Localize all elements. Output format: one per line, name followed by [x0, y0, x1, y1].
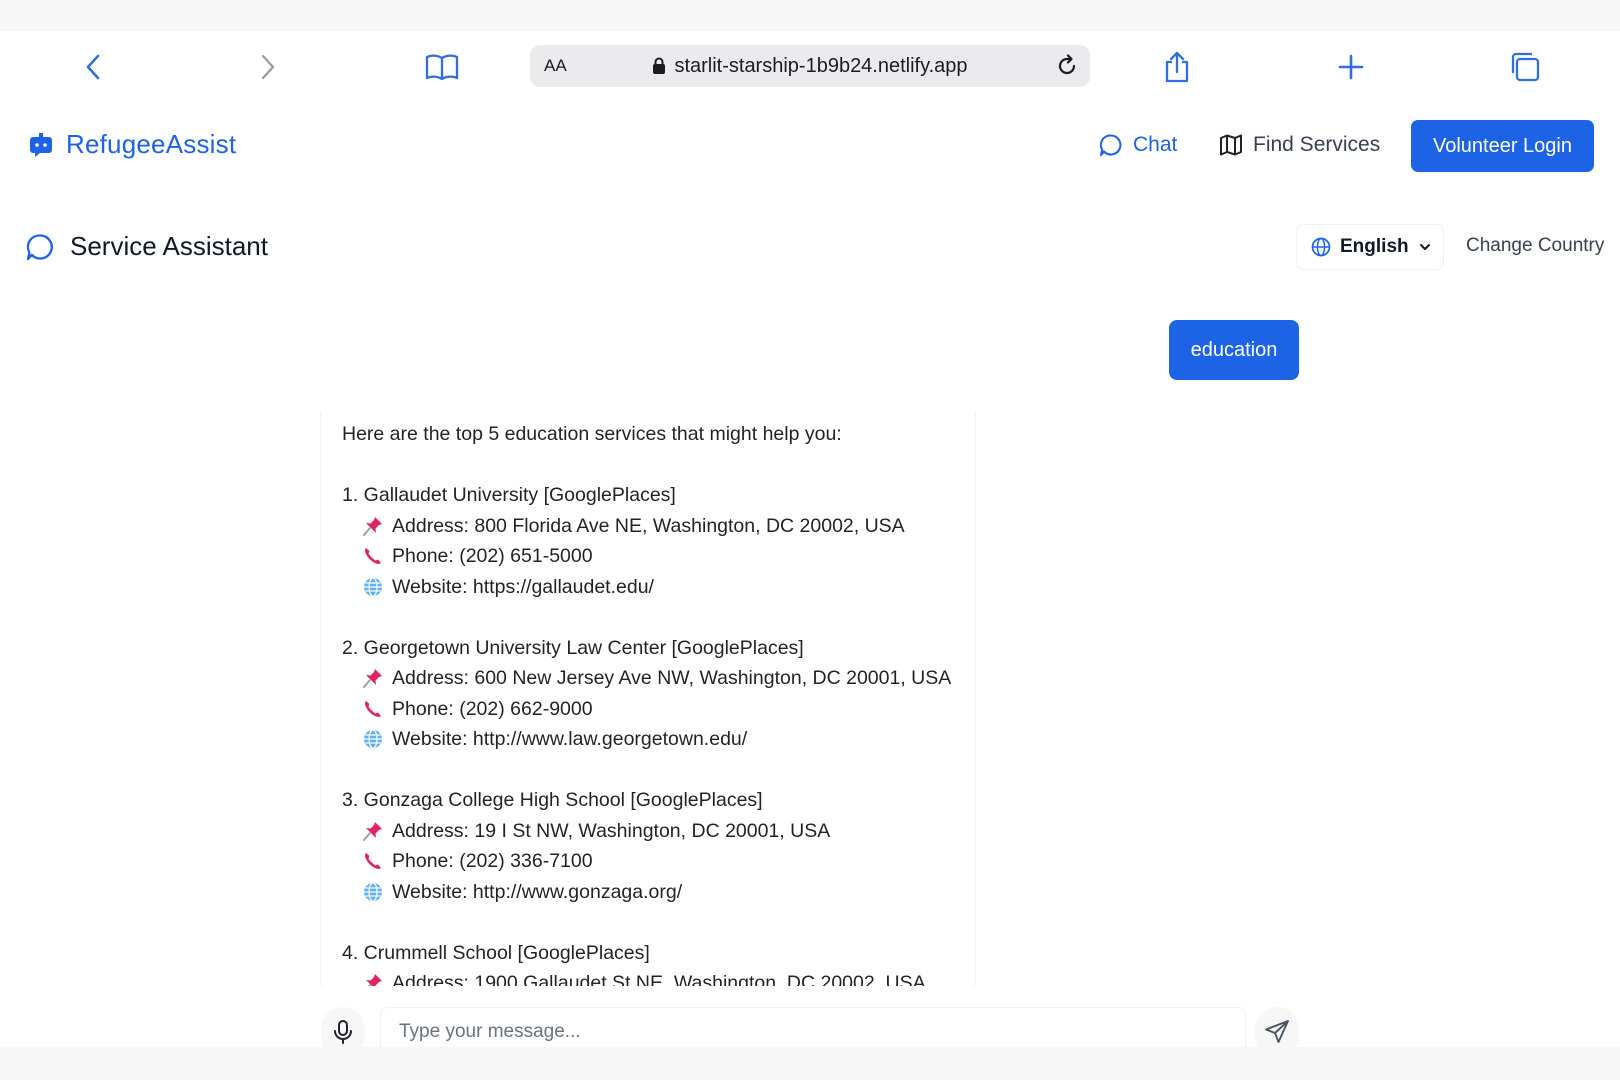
assistant-message: Here are the top 5 education services th… [320, 411, 976, 986]
share-icon [1165, 51, 1189, 83]
result-address: Address: 19 I St NW, Washington, DC 2000… [342, 816, 975, 847]
browser-status-strip [0, 0, 1620, 31]
result-phone: Phone: (202) 651-5000 [342, 541, 975, 572]
globe-meridians-icon [362, 576, 384, 598]
telephone-icon [362, 850, 384, 872]
chevron-right-icon [261, 54, 275, 80]
language-value: English [1340, 236, 1409, 257]
plus-icon [1338, 54, 1364, 80]
microphone-icon [334, 1020, 352, 1044]
result-address: Address: 800 Florida Ave NE, Washington,… [342, 511, 975, 542]
result-phone: Phone: (202) 662-9000 [342, 694, 975, 725]
map-icon [1220, 134, 1242, 156]
result-website: Website: http://www.law.georgetown.edu/ [342, 724, 975, 755]
send-icon [1265, 1020, 1289, 1043]
result-address: Address: 1900 Gallaudet St NE, Washingto… [342, 968, 975, 986]
nav-find-services-label: Find Services [1253, 133, 1381, 156]
app-header: RefugeeAssist Chat Find Services Volunte… [0, 103, 1620, 203]
pushpin-icon [362, 515, 384, 537]
share-button[interactable] [1157, 47, 1197, 87]
page: AA starlit-starship-1b9b24.netlify.app R… [0, 31, 1620, 1057]
reload-button[interactable] [1052, 51, 1082, 81]
chat-bot-icon [30, 132, 52, 157]
reload-icon [1058, 54, 1076, 75]
result-website: Website: https://gallaudet.edu/ [342, 572, 975, 603]
address-bar[interactable]: AA starlit-starship-1b9b24.netlify.app [530, 45, 1090, 87]
nav-chat-label: Chat [1133, 133, 1178, 156]
message-circle-icon [1099, 134, 1122, 157]
pushpin-icon [362, 667, 384, 689]
pushpin-icon [362, 820, 384, 842]
brand-logo[interactable]: RefugeeAssist [28, 129, 236, 160]
brand-name: RefugeeAssist [66, 129, 237, 159]
nav-chat[interactable]: Chat [1099, 133, 1177, 157]
browser-bottom-strip [0, 1047, 1620, 1080]
globe-meridians-icon [362, 728, 384, 750]
page-title: Service Assistant [26, 231, 268, 262]
pushpin-icon [362, 972, 384, 986]
chevron-left-icon [86, 54, 100, 80]
page-title-text: Service Assistant [70, 231, 268, 261]
forward-button[interactable] [247, 47, 287, 87]
result-address: Address: 600 New Jersey Ave NW, Washingt… [342, 663, 975, 694]
nav-find-services[interactable]: Find Services [1219, 133, 1380, 157]
change-country-link[interactable]: Change Country [1466, 235, 1604, 257]
result-title: 4. Crummell School [GooglePlaces] [342, 941, 650, 964]
user-message-bubble: education [1169, 320, 1299, 380]
language-select[interactable]: English [1296, 224, 1444, 270]
result-title: 2. Georgetown University Law Center [Goo… [342, 636, 804, 659]
chevron-down-icon [1419, 244, 1430, 250]
browser-toolbar: AA starlit-starship-1b9b24.netlify.app [0, 31, 1620, 103]
tabs-button[interactable] [1505, 47, 1545, 87]
new-tab-button[interactable] [1331, 47, 1371, 87]
lock-icon [653, 57, 666, 74]
bookmarks-button[interactable] [422, 47, 462, 87]
globe-meridians-icon [362, 881, 384, 903]
tabs-icon [1511, 52, 1540, 82]
telephone-icon [362, 545, 384, 567]
assistant-intro: Here are the top 5 education services th… [342, 423, 842, 445]
url-text: starlit-starship-1b9b24.netlify.app [674, 54, 968, 77]
volunteer-login-button[interactable]: Volunteer Login [1411, 120, 1594, 172]
book-icon [425, 54, 459, 81]
result-phone: Phone: (202) 336-7100 [342, 846, 975, 877]
result-title: 3. Gonzaga College High School [GooglePl… [342, 789, 763, 811]
telephone-icon [362, 698, 384, 720]
message-circle-icon [26, 233, 53, 260]
globe-icon [1311, 237, 1331, 257]
service-assistant-header: Service Assistant English Change Country [0, 211, 1620, 281]
result-title: 1. Gallaudet University [GooglePlaces] [342, 484, 676, 506]
result-website: Website: http://www.gonzaga.org/ [342, 877, 975, 908]
back-button[interactable] [74, 47, 114, 87]
